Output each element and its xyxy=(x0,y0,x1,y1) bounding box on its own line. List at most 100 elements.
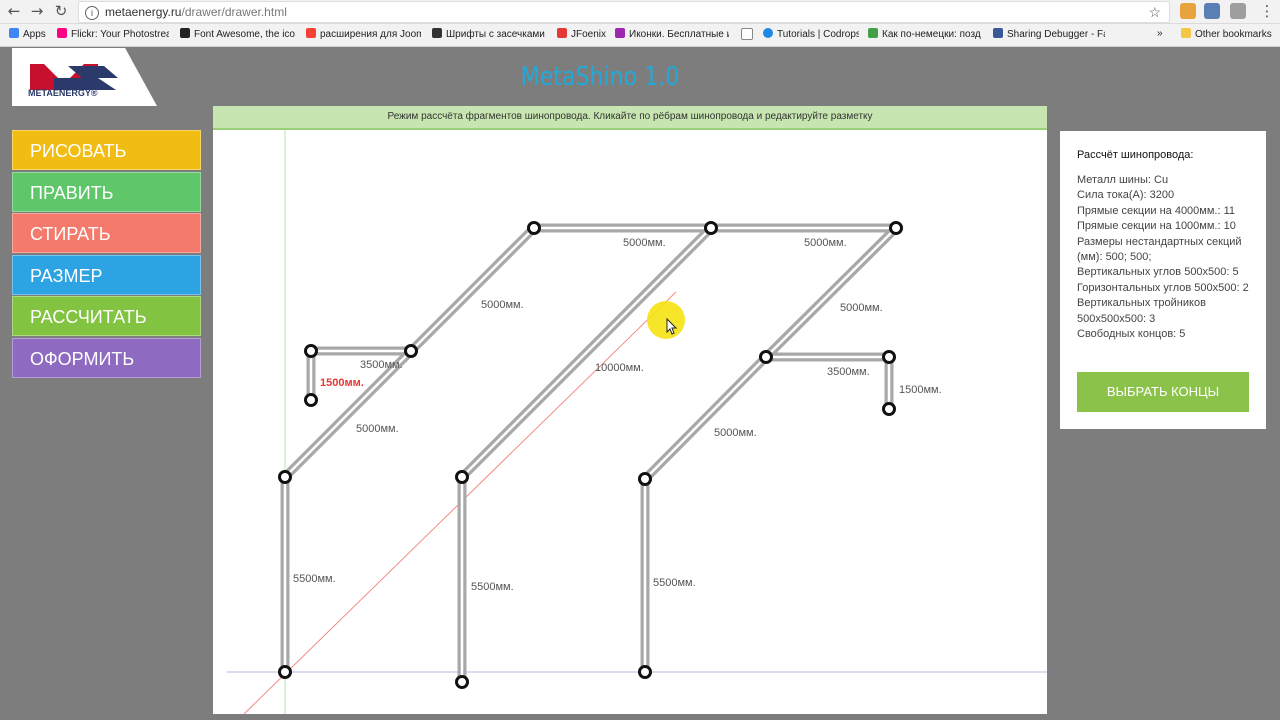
result-current: Сила тока(А): 3200 xyxy=(1077,189,1175,202)
jfoenix-icon xyxy=(557,28,567,38)
pinwheel-icon xyxy=(868,28,878,38)
bookmark-apps[interactable]: Apps xyxy=(9,28,51,40)
bookmark-label: Font Awesome, the icon xyxy=(194,29,295,40)
busbar-drawing[interactable]: 5000мм. 5000мм. 5000мм. 5000мм. 3500мм. … xyxy=(213,130,1047,714)
app-title: MetaShino 1.0 xyxy=(520,62,680,92)
bookmark-label: Шрифты с засечками | xyxy=(446,29,546,40)
drawing-canvas[interactable]: Режим рассчёта фрагментов шинопровода. К… xyxy=(213,106,1047,714)
bookmark-label: Иконки. Бесплатные и xyxy=(629,29,729,40)
bookmark-label: Other bookmarks xyxy=(1195,29,1272,40)
busbar-segment[interactable] xyxy=(641,353,770,483)
erase-button-label: СТИРАТЬ xyxy=(30,224,111,245)
calculate-button-label: РАССЧИТАТЬ xyxy=(30,307,147,328)
dimension-label[interactable]: 5000мм. xyxy=(804,237,847,249)
extension-icon[interactable] xyxy=(1180,3,1196,19)
busbar-node[interactable] xyxy=(704,221,718,235)
dimension-label[interactable]: 3500мм. xyxy=(360,359,403,371)
bookmark-item[interactable]: Tutorials | Codrops xyxy=(763,28,859,40)
busbar-node[interactable] xyxy=(304,393,318,407)
size-button[interactable]: РАЗМЕР xyxy=(12,254,201,295)
flickr-icon xyxy=(57,28,67,38)
download-extension-icon[interactable] xyxy=(1204,3,1220,19)
codrops-icon xyxy=(763,28,773,38)
panel-title: Рассчёт шинопровода: xyxy=(1077,149,1194,161)
busbar-node[interactable] xyxy=(455,470,469,484)
busbar-node[interactable] xyxy=(638,472,652,486)
bookmark-label: расширения для Joomi xyxy=(320,29,421,40)
url-path: /drawer/drawer.html xyxy=(181,5,287,19)
bookmark-item[interactable]: JFoenix xyxy=(557,28,607,40)
cursor-highlight xyxy=(647,301,685,339)
address-bar[interactable]: i metaenergy.ru/drawer/drawer.html ☆ xyxy=(78,1,1170,23)
select-ends-button[interactable]: ВЫБРАТЬ КОНЦЫ xyxy=(1077,372,1249,412)
bookmark-label: JFoenix xyxy=(571,29,607,40)
busbar-node[interactable] xyxy=(889,221,903,235)
dimension-label[interactable]: 5000мм. xyxy=(840,302,883,314)
browser-toolbar: ← → ↻ i metaenergy.ru/drawer/drawer.html … xyxy=(0,0,1280,24)
mode-hint-bar: Режим рассчёта фрагментов шинопровода. К… xyxy=(213,106,1047,130)
bookmark-star-icon[interactable]: ☆ xyxy=(1148,2,1161,22)
menu-dots-icon[interactable]: ⋮ xyxy=(1258,2,1276,20)
busbar-node[interactable] xyxy=(527,221,541,235)
busbar-node[interactable] xyxy=(759,350,773,364)
result-straight-1000: Прямые секции на 1000мм.: 10 xyxy=(1077,220,1236,233)
logo[interactable]: METAENERGY® xyxy=(12,48,157,106)
busbar-segment[interactable] xyxy=(407,224,538,355)
bookmark-item[interactable]: Flickr: Your Photostrea xyxy=(57,28,169,40)
busbar-node[interactable] xyxy=(882,350,896,364)
page-icon xyxy=(741,28,753,40)
busbar-node[interactable] xyxy=(882,402,896,416)
busbar-node[interactable] xyxy=(455,675,469,689)
dimension-label[interactable]: 5500мм. xyxy=(653,577,696,589)
bookmark-item[interactable]: Иконки. Бесплатные и xyxy=(615,28,729,40)
bookmarks-bar: Apps Flickr: Your Photostrea Font Awesom… xyxy=(0,24,1280,47)
dimension-label[interactable]: 5000мм. xyxy=(356,423,399,435)
url-host: metaenergy.ru xyxy=(105,5,182,19)
calculate-button[interactable]: РАССЧИТАТЬ xyxy=(12,296,201,337)
logo-text: METAENERGY® xyxy=(28,88,98,98)
facebook-icon xyxy=(993,28,1003,38)
dimension-label[interactable]: 3500мм. xyxy=(827,366,870,378)
bookmark-item[interactable]: Sharing Debugger - Fac xyxy=(993,28,1105,40)
bookmark-item[interactable]: расширения для Joomi xyxy=(306,28,421,40)
back-icon[interactable]: ← xyxy=(5,2,23,20)
dimension-label[interactable]: 5000мм. xyxy=(481,299,524,311)
busbar-node[interactable] xyxy=(304,344,318,358)
dimension-label[interactable]: 5000мм. xyxy=(623,237,666,249)
bookmark-label: Как по-немецки: позд xyxy=(882,29,981,40)
result-nonstandard: Размеры нестандартных секций (мм): 500; … xyxy=(1077,235,1242,264)
finalize-button[interactable]: ОФОРМИТЬ xyxy=(12,337,201,378)
edit-button[interactable]: ПРАВИТЬ xyxy=(12,171,201,212)
erase-button[interactable]: СТИРАТЬ xyxy=(12,213,201,254)
dimension-label[interactable]: 1500мм. xyxy=(899,384,942,396)
bookmark-item[interactable] xyxy=(741,28,755,42)
reload-icon[interactable]: ↻ xyxy=(52,2,70,20)
icons-site-icon xyxy=(615,28,625,38)
busbar-node[interactable] xyxy=(638,665,652,679)
dimension-label[interactable]: 5000мм. xyxy=(714,427,757,439)
forward-icon[interactable]: → xyxy=(28,2,46,20)
info-icon[interactable]: i xyxy=(85,5,99,20)
bookmark-label: Sharing Debugger - Fac xyxy=(1007,29,1105,40)
busbar-node[interactable] xyxy=(404,344,418,358)
bookmark-item[interactable]: Font Awesome, the icon xyxy=(180,28,295,40)
dimension-label-highlighted[interactable]: 1500мм. xyxy=(320,377,364,389)
bookmark-label: Flickr: Your Photostrea xyxy=(71,29,169,40)
result-metal: Металл шины: Cu xyxy=(1077,174,1169,186)
dimension-label[interactable]: 5500мм. xyxy=(293,573,336,585)
apps-icon xyxy=(9,28,19,38)
bookmark-item[interactable]: Шрифты с засечками | xyxy=(432,28,546,40)
font-awesome-icon xyxy=(180,28,190,38)
other-bookmarks[interactable]: Other bookmarks xyxy=(1181,28,1276,40)
extension-icon[interactable] xyxy=(1230,3,1246,19)
busbar-node[interactable] xyxy=(278,665,292,679)
dimension-label[interactable]: 10000мм. xyxy=(595,362,644,374)
draw-button[interactable]: РИСОВАТЬ xyxy=(12,130,201,170)
dimension-label[interactable]: 5500мм. xyxy=(471,581,514,593)
bookmark-item[interactable]: Как по-немецки: позд xyxy=(868,28,982,40)
busbar-node[interactable] xyxy=(278,470,292,484)
bookmark-label: Apps xyxy=(23,29,46,40)
bookmark-label: Tutorials | Codrops xyxy=(777,29,859,40)
joomla-icon xyxy=(306,28,316,38)
bookmarks-overflow[interactable]: » xyxy=(1157,28,1167,39)
